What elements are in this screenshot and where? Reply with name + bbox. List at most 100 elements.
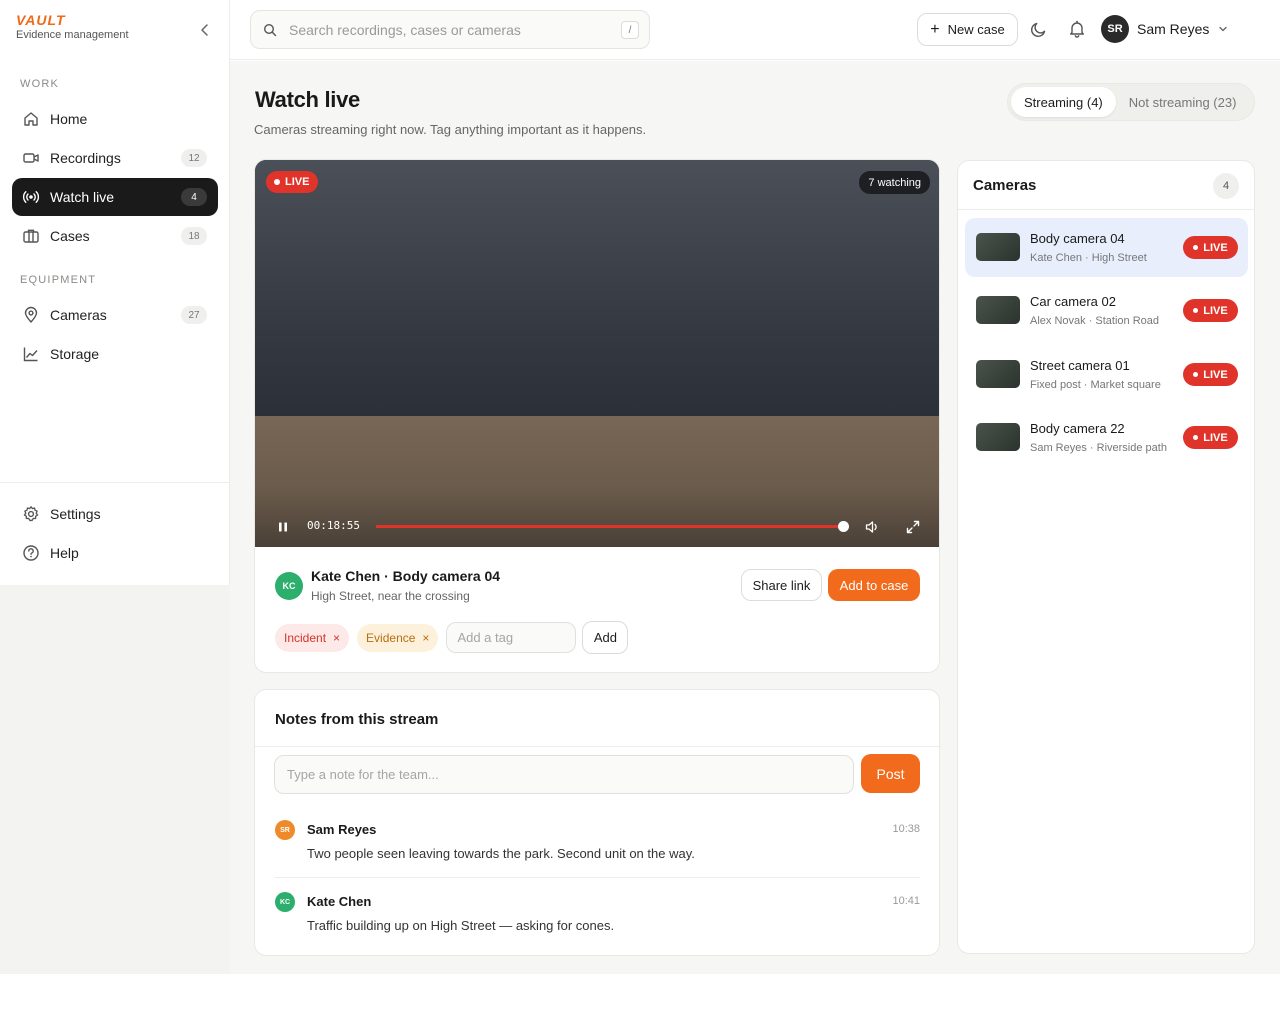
live-label: LIVE [1203,368,1228,381]
avatar: KC [275,572,303,600]
add-tag-input[interactable] [446,622,577,653]
camera-name: Car camera 02 [1030,294,1116,309]
cameras-title: Cameras [973,177,1037,194]
dark-mode-moon-icon[interactable] [1029,19,1049,39]
cameras-panel: Cameras 4 Body camera 04 Kate Chen · Hig… [957,160,1255,954]
camera-thumbnail [976,233,1020,261]
camera-row[interactable]: Street camera 01 Fixed post · Market squ… [965,345,1248,404]
page-title: Watch live [255,87,360,112]
camera-row[interactable]: Body camera 22 Sam Reyes · Riverside pat… [965,408,1248,467]
note-divider [275,877,920,878]
count-badge: 12 [181,149,207,167]
video-frame-sky [255,160,939,416]
tag-label: Incident [284,630,327,645]
sidebar-item-cameras[interactable]: Cameras 27 [12,296,218,334]
live-label: LIVE [1203,241,1228,254]
viewer-count: 7 watching [859,171,930,194]
user-menu[interactable]: SR Sam Reyes [1101,15,1229,43]
stream-filter-tabs: Streaming (4) Not streaming (23) [1007,83,1255,121]
tab-not-streaming[interactable]: Not streaming (23) [1116,87,1250,117]
sidebar-item-label: Cameras [50,307,107,323]
camera-thumbnail [976,296,1020,324]
cameras-divider [958,209,1254,210]
sidebar-item-settings[interactable]: Settings [12,495,218,533]
help-circle-icon [22,544,40,562]
search-input[interactable] [289,21,609,38]
new-case-button[interactable]: + New case [917,13,1018,46]
main-content: Watch live Cameras streaming right now. … [230,61,1280,974]
brand: VAULT Evidence management [16,12,129,41]
sidebar-item-label: Storage [50,346,100,362]
tab-streaming[interactable]: Streaming (4) [1011,87,1116,117]
sidebar-item-recordings[interactable]: Recordings 12 [12,139,218,177]
note-time: 10:38 [892,823,920,835]
timecode: 00:18:55 [307,519,360,532]
camera-thumbnail [976,360,1020,388]
sidebar-item-label: Home [50,111,88,127]
note-author: Sam Reyes [307,822,377,837]
pause-icon[interactable] [276,520,290,534]
post-note-button[interactable]: Post [861,754,920,793]
player-controls: 00:18:55 [255,516,939,538]
camera-thumbnail [976,423,1020,451]
camera-detail: Sam Reyes · Riverside path [1030,442,1167,454]
remove-tag-close-icon[interactable]: × [422,631,429,645]
avatar: KC [275,892,295,912]
add-to-case-button[interactable]: Add to case [828,569,920,601]
camera-name: Body camera 22 [1030,421,1125,436]
video-icon [22,149,40,167]
chevron-down-icon [1217,23,1229,35]
live-dot-icon [274,179,280,185]
brand-subtitle: Evidence management [16,29,129,41]
live-dot-icon [1193,308,1199,313]
live-dot-icon [1193,372,1199,377]
volume-icon[interactable] [864,519,880,535]
progress-bar[interactable] [376,521,850,532]
note-time: 10:41 [892,895,920,907]
fullscreen-icon[interactable] [905,519,921,535]
sidebar-item-label: Recordings [50,150,121,166]
note-input[interactable] [274,755,854,794]
live-dot-icon [1193,245,1199,250]
camera-row[interactable]: Car camera 02 Alex Novak · Station Road … [965,281,1248,340]
sidebar-item-label: Settings [50,506,101,522]
camera-detail: Fixed post · Market square [1030,379,1161,391]
home-icon [22,110,40,128]
nav-section-equipment: EQUIPMENT [20,274,97,286]
count-badge: 4 [181,188,207,206]
share-link-button[interactable]: Share link [741,569,822,601]
add-tag-button[interactable]: Add [582,621,629,654]
sidebar-item-help[interactable]: Help [12,534,218,572]
search-shortcut-key: / [621,21,639,39]
sidebar-item-label: Cases [50,228,90,244]
sidebar-item-watch-live[interactable]: Watch live 4 [12,178,218,216]
new-case-label: New case [947,22,1005,37]
camera-name: Body camera 04 [1030,231,1125,246]
sidebar-item-cases[interactable]: Cases 18 [12,217,218,255]
notifications-bell-icon[interactable] [1067,19,1087,39]
collapse-sidebar-chevron-left-icon[interactable] [197,22,213,38]
note-text: Two people seen leaving towards the park… [307,846,695,861]
camera-detail: Kate Chen · High Street [1030,252,1147,264]
broadcast-icon [22,188,40,206]
live-video[interactable]: LIVE 7 watching 00:18:55 [255,160,939,547]
plus-icon: + [930,20,940,38]
page-subtitle: Cameras streaming right now. Tag anythin… [254,122,647,137]
gear-icon [22,505,40,523]
sidebar-item-label: Help [50,545,79,561]
count-badge: 27 [181,306,207,324]
stream-location: High Street, near the crossing [311,589,470,603]
progress-handle[interactable] [838,521,850,532]
stream-title: Kate Chen · Body camera 04 [311,568,501,584]
live-label: LIVE [1203,431,1228,444]
sidebar-item-home[interactable]: Home [12,100,218,138]
camera-row[interactable]: Body camera 04 Kate Chen · High Street L… [965,218,1248,277]
remove-tag-close-icon[interactable]: × [333,631,340,645]
live-badge: LIVE [266,171,319,193]
briefcase-icon [22,227,40,245]
sidebar-item-storage[interactable]: Storage [12,335,218,373]
chart-line-icon [22,345,40,363]
note-text: Traffic building up on High Street — ask… [307,918,615,933]
search-box[interactable]: / [250,10,650,49]
camera-name: Street camera 01 [1030,358,1130,373]
